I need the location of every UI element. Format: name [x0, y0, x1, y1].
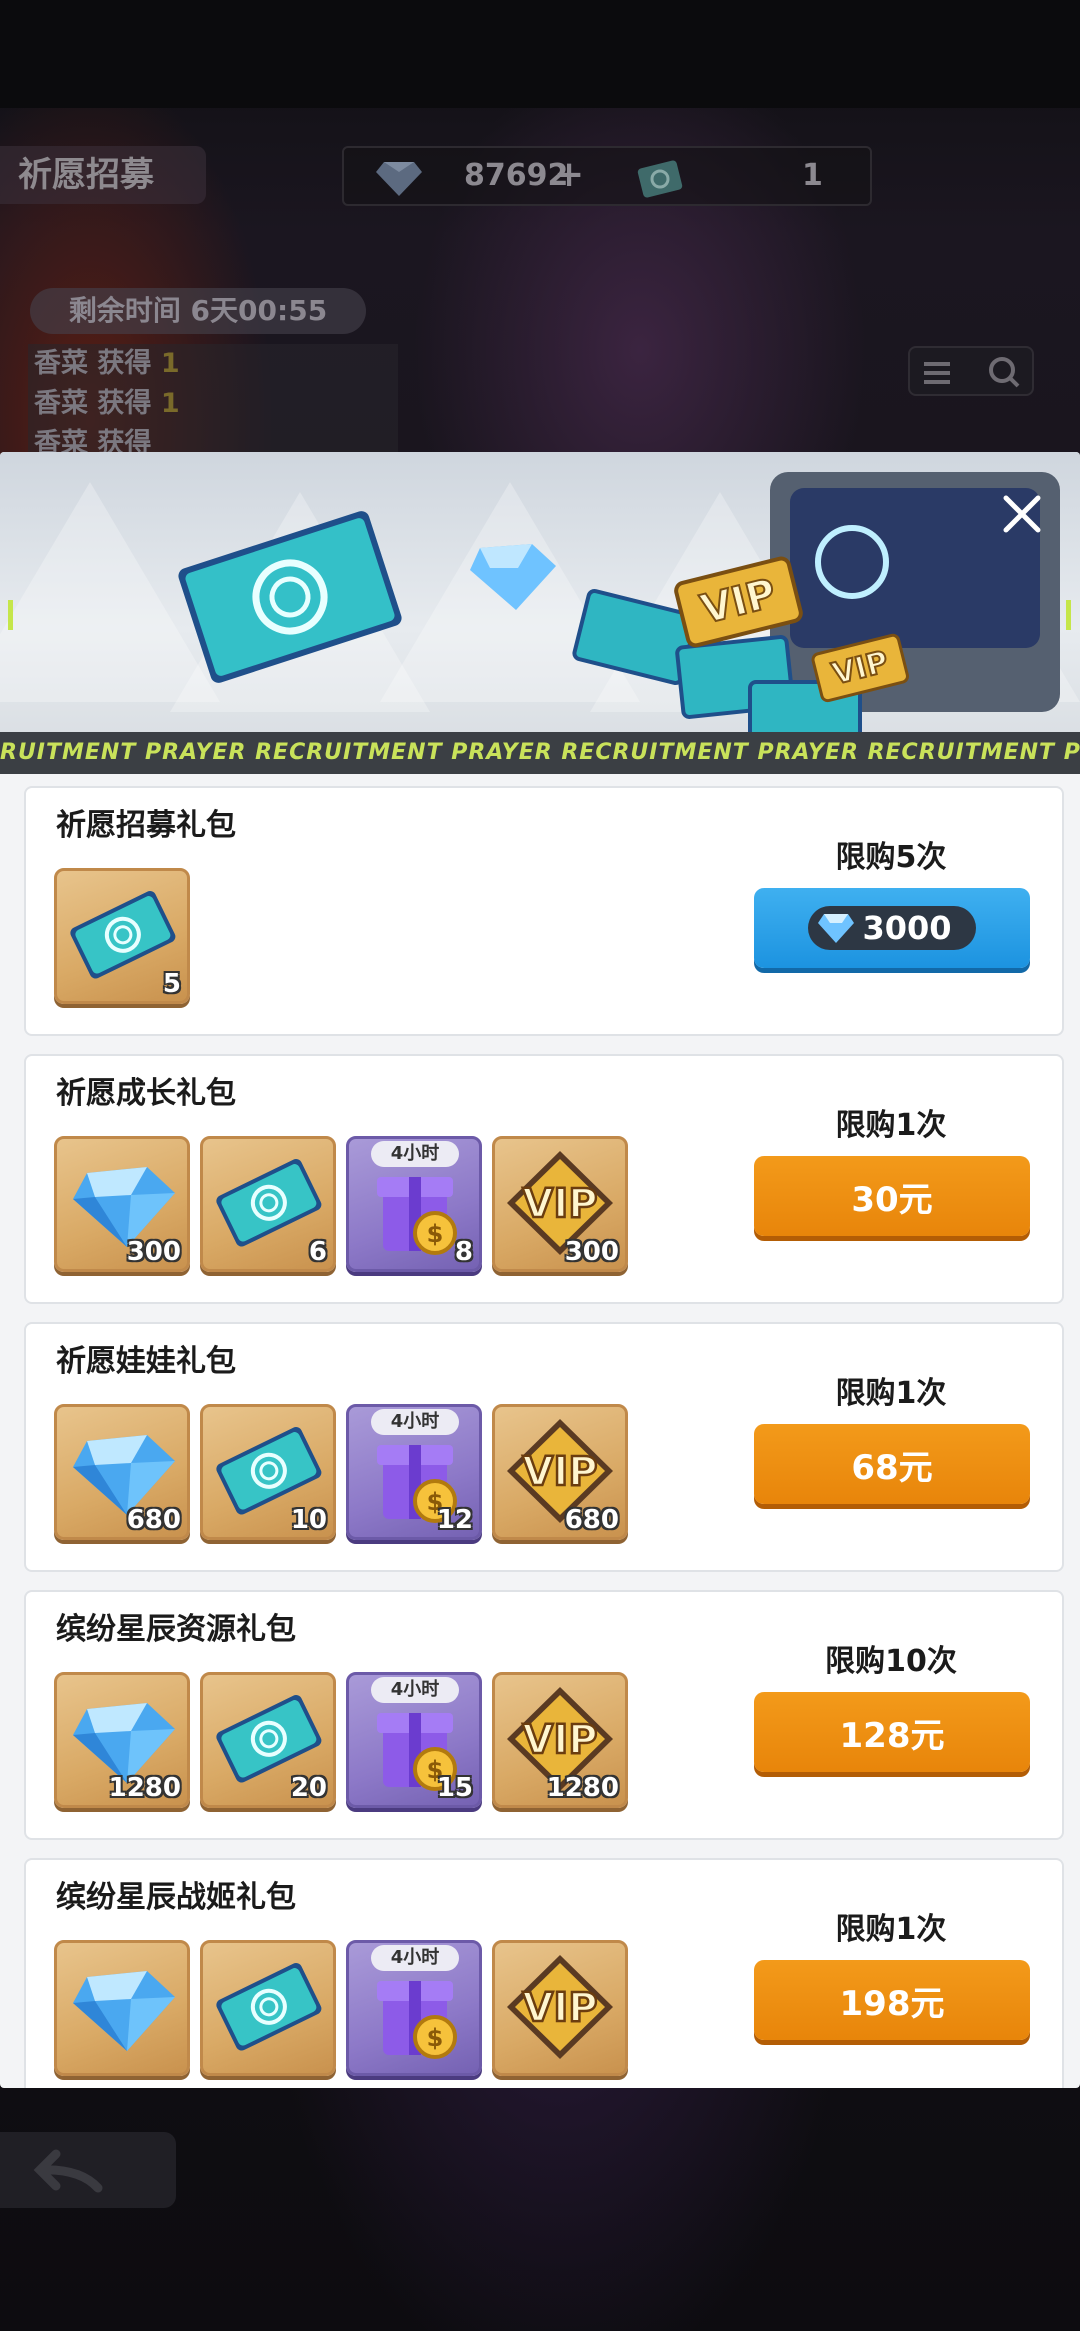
pack-items: 1280 20 $4小时 15 VIP 1280	[54, 1672, 628, 1812]
feed-row: 香菜 获得	[34, 428, 152, 454]
svg-text:$: $	[427, 1220, 444, 1248]
pack-title: 祈愿娃娃礼包	[56, 1344, 236, 1379]
pack-title: 祈愿招募礼包	[56, 808, 236, 843]
item-quantity: 680	[564, 1505, 619, 1535]
item-quantity: 5	[162, 969, 181, 999]
item-quantity: 12	[436, 1505, 473, 1535]
svg-text:VIP: VIP	[522, 1985, 597, 2031]
item-quantity: 8	[454, 1237, 473, 1267]
banner-art: VIP VIP	[8, 472, 1071, 732]
purchase-limit: 限购1次	[835, 1108, 947, 1143]
item-quantity: 15	[436, 1773, 473, 1803]
buy-button[interactable]: 68元	[754, 1424, 1030, 1504]
reward-item-vip[interactable]: VIP 300	[492, 1136, 628, 1272]
pack-items: $4小时 VIP	[54, 1940, 628, 2080]
buy-button[interactable]: 30元	[754, 1156, 1030, 1236]
ticket-count: 1	[802, 158, 823, 193]
screen-title: 祈愿招募	[0, 146, 206, 204]
item-quantity: 20	[290, 1773, 327, 1803]
gift-pack-card: 缤纷星辰战姬礼包 $4小时 VIP 限购1次 198元	[24, 1858, 1064, 2088]
reward-item-giftbox[interactable]: $4小时	[346, 1940, 482, 2076]
gift-pack-card: 祈愿娃娃礼包 680 10 $4小时 12 VIP 680 限购1次 68元	[24, 1322, 1064, 1572]
top-status-bar	[0, 0, 1080, 108]
item-quantity: 300	[564, 1237, 619, 1267]
item-quantity: 1280	[546, 1773, 619, 1803]
add-diamonds-button[interactable]: +	[554, 154, 584, 195]
item-quantity: 300	[126, 1237, 181, 1267]
buy-button[interactable]: 3000	[754, 888, 1030, 968]
duration-badge: 4小时	[371, 1141, 459, 1167]
gift-pack-card: 缤纷星辰资源礼包 1280 20 $4小时 15 VIP 1280 限购10次 128元	[24, 1590, 1064, 1840]
search-icon	[924, 357, 1020, 388]
diamond-icon	[818, 914, 855, 943]
purchase-limit: 限购10次	[825, 1644, 957, 1679]
pack-title: 缤纷星辰资源礼包	[56, 1612, 296, 1647]
svg-text:$: $	[427, 2024, 444, 2052]
reward-item-diamond[interactable]: 1280	[54, 1672, 190, 1808]
currency-bar: 87692 + 1	[342, 146, 872, 206]
reward-item-ticket[interactable]: 20	[200, 1672, 336, 1808]
reward-item-diamond[interactable]: 300	[54, 1136, 190, 1272]
reward-item-ticket[interactable]: 10	[200, 1404, 336, 1540]
close-icon	[1003, 495, 1041, 533]
gift-pack-popup: VIP VIP RUITMENT PRAYER RECRUITMENT PRAY…	[0, 452, 1080, 2088]
reward-item-giftbox[interactable]: $4小时 8	[346, 1136, 482, 1272]
ticket-illustration	[178, 511, 402, 683]
prayer-recruitment-banner: VIP VIP RUITMENT PRAYER RECRUITMENT PRAY…	[0, 452, 1080, 774]
gift-pack-card: 祈愿招募礼包 5 限购5次 3000	[24, 786, 1064, 1036]
reward-item-ticket[interactable]: 5	[54, 868, 190, 1004]
reward-item-diamond[interactable]	[54, 1940, 190, 2076]
gift-pack-list[interactable]: 祈愿招募礼包 5 限购5次 3000 祈愿成长礼包 300 6 $4小时 8 VIP 300 限购1次…	[0, 774, 1080, 2088]
buy-button[interactable]: 198元	[754, 1960, 1030, 2040]
feed-row: 香菜 获得 1	[34, 388, 180, 419]
close-button[interactable]	[994, 486, 1050, 542]
pack-items: 5	[54, 868, 190, 1008]
diamond-icon	[376, 162, 422, 196]
banner-marquee-strip: RUITMENT PRAYER RECRUITMENT PRAYER RECRU…	[0, 732, 1080, 774]
buy-button[interactable]: 128元	[754, 1692, 1030, 1772]
diamond-count: 87692	[464, 158, 569, 193]
reward-item-vip[interactable]: VIP	[492, 1940, 628, 2076]
item-quantity: 1280	[108, 1773, 181, 1803]
reward-item-ticket[interactable]	[200, 1940, 336, 2076]
pack-items: 680 10 $4小时 12 VIP 680	[54, 1404, 628, 1544]
reward-item-vip[interactable]: VIP 1280	[492, 1672, 628, 1808]
pack-title: 缤纷星辰战姬礼包	[56, 1880, 296, 1915]
purchase-limit: 限购1次	[835, 1912, 947, 1947]
reward-item-ticket[interactable]: 6	[200, 1136, 336, 1272]
svg-text:VIP: VIP	[522, 1181, 597, 1227]
reward-item-vip[interactable]: VIP 680	[492, 1404, 628, 1540]
pack-items: 300 6 $4小时 8 VIP 300	[54, 1136, 628, 1276]
gift-pack-card: 祈愿成长礼包 300 6 $4小时 8 VIP 300 限购1次 30元	[24, 1054, 1064, 1304]
svg-text:VIP: VIP	[522, 1449, 597, 1495]
recruit-feed: 香菜 获得 1 香菜 获得 1 香菜 获得	[28, 344, 398, 454]
duration-badge: 4小时	[371, 1409, 459, 1435]
item-quantity: 680	[126, 1505, 181, 1535]
purchase-limit: 限购1次	[835, 1376, 947, 1411]
duration-badge: 4小时	[371, 1945, 459, 1971]
back-arrow-icon	[33, 2149, 103, 2193]
back-button[interactable]	[0, 2132, 176, 2208]
item-quantity: 6	[308, 1237, 327, 1267]
pack-title: 祈愿成长礼包	[56, 1076, 236, 1111]
purchase-limit: 限购5次	[835, 840, 947, 875]
list-search-button[interactable]	[908, 346, 1034, 396]
reward-item-diamond[interactable]: 680	[54, 1404, 190, 1540]
feed-row: 香菜 获得 1	[34, 348, 180, 379]
diamond-price: 3000	[808, 906, 976, 950]
reward-item-giftbox[interactable]: $4小时 15	[346, 1672, 482, 1808]
reward-item-giftbox[interactable]: $4小时 12	[346, 1404, 482, 1540]
duration-badge: 4小时	[371, 1677, 459, 1703]
item-quantity: 10	[290, 1505, 327, 1535]
svg-text:VIP: VIP	[522, 1717, 597, 1763]
ticket-icon	[637, 160, 683, 198]
remaining-time: 剩余时间 6天00:55	[30, 288, 366, 334]
